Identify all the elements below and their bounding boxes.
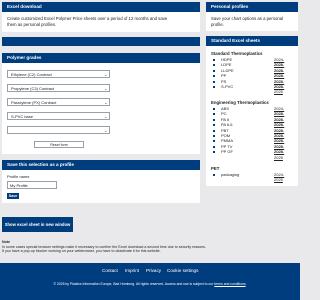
chevron-down-icon: ⌄ bbox=[104, 86, 108, 91]
profile-name-input[interactable]: My Profile bbox=[7, 181, 57, 189]
copyright-end: . bbox=[245, 282, 247, 286]
polymer-grades-card: Polymer grades Ethylene (C2) Contract ⌄ … bbox=[2, 53, 200, 154]
item-name: packaging bbox=[221, 172, 240, 177]
polymer-select-5[interactable]: ⌄ bbox=[7, 126, 110, 134]
footer-link-contact[interactable]: Contact bbox=[102, 268, 118, 273]
bullet-icon bbox=[213, 113, 215, 116]
copyright-text: © 2025 by Plastics Information Europe, B… bbox=[0, 282, 300, 286]
note-line-2: If you have a pop-up blocker working on … bbox=[2, 249, 161, 253]
list-item: packaging 2024-2025 bbox=[211, 172, 293, 182]
list-item: PP GF 2024-2025 bbox=[211, 149, 293, 160]
personal-profiles-title: Personal profiles bbox=[206, 2, 298, 12]
footer-link-cookie-settings[interactable]: Cookie settings bbox=[167, 268, 198, 273]
excel-download-description: Create customized Excel Polymer Price sh… bbox=[7, 16, 168, 27]
group-title-pet: PET bbox=[211, 166, 220, 171]
section-divider-bar bbox=[2, 37, 200, 46]
personal-profiles-card: Personal profiles Save your chart option… bbox=[206, 2, 298, 31]
year-link[interactable]: 2024-2025 bbox=[274, 84, 293, 95]
bullet-icon bbox=[213, 140, 215, 143]
polymer-select-1[interactable]: Ethylene (C2) Contract ⌄ bbox=[7, 70, 110, 78]
polymer-select-4-value: S-PVC base bbox=[11, 114, 34, 119]
bullet-icon bbox=[213, 145, 215, 148]
polymer-select-3-value: Paraxylene (PX) Contract bbox=[11, 100, 57, 105]
excel-download-title: Excel download bbox=[2, 2, 200, 12]
list-item: S-PVC 2024-2025 bbox=[211, 84, 293, 94]
excel-download-card: Excel download Create customized Excel P… bbox=[2, 2, 200, 32]
bullet-icon bbox=[213, 174, 215, 176]
polymer-select-4[interactable]: S-PVC base ⌄ bbox=[7, 112, 110, 120]
standard-excel-sheets-title: Standard Excel sheets bbox=[206, 36, 298, 46]
year-link[interactable]: 2024-2025 bbox=[274, 172, 293, 183]
polymer-select-1-value: Ethylene (C2) Contract bbox=[11, 72, 52, 77]
profile-name-label: Profile name bbox=[7, 174, 30, 179]
bullet-icon bbox=[213, 59, 215, 61]
group-title-standard-thermoplastics: Standard Thermoplastics bbox=[211, 51, 263, 56]
footer-link-imprint[interactable]: Imprint bbox=[125, 268, 139, 273]
chevron-down-icon: ⌄ bbox=[104, 114, 108, 119]
show-excel-sheet-button[interactable]: Show excel sheet in new window bbox=[2, 217, 73, 232]
chevron-down-icon: ⌄ bbox=[104, 72, 108, 77]
copyright-main: © 2025 by Plastics Information Europe, B… bbox=[53, 282, 215, 286]
save-profile-title: Save this selection as a profile bbox=[2, 160, 200, 170]
polymer-select-3[interactable]: Paraxylene (PX) Contract ⌄ bbox=[7, 98, 110, 106]
save-profile-card: Save this selection as a profile Profile… bbox=[2, 160, 200, 203]
bullet-icon bbox=[213, 135, 215, 137]
bullet-icon bbox=[213, 64, 215, 67]
polymer-select-2-value: Propylene (C3) Contract bbox=[11, 86, 55, 91]
bullet-icon bbox=[213, 129, 215, 132]
bullet-icon bbox=[213, 118, 215, 121]
personal-profiles-description: Save your chart options as a personal pr… bbox=[211, 16, 284, 27]
reset-form-button[interactable]: Reset form bbox=[34, 141, 84, 148]
terms-link[interactable]: terms and conditions bbox=[214, 282, 245, 286]
save-button[interactable]: Save bbox=[7, 193, 19, 199]
chevron-down-icon: ⌄ bbox=[104, 128, 108, 133]
bullet-icon bbox=[213, 108, 215, 110]
polymer-grades-title: Polymer grades bbox=[2, 53, 200, 63]
footer-link-privacy[interactable]: Privacy bbox=[146, 268, 161, 273]
year-link[interactable]: 2024-2025 bbox=[274, 149, 293, 160]
polymer-select-2[interactable]: Propylene (C3) Contract ⌄ bbox=[7, 84, 110, 92]
standard-excel-sheets-card: Standard Excel sheets Standard Thermopla… bbox=[206, 36, 298, 186]
bullet-icon bbox=[213, 86, 215, 88]
bullet-icon bbox=[213, 80, 215, 83]
group-title-engineering-thermoplastics: Engineering Thermoplastics bbox=[211, 100, 269, 105]
item-name: PP GF bbox=[221, 149, 233, 155]
chevron-down-icon: ⌄ bbox=[104, 100, 108, 105]
bullet-icon bbox=[213, 75, 215, 78]
item-name: S-PVC bbox=[221, 84, 234, 89]
bullet-icon bbox=[213, 69, 215, 72]
bullet-icon bbox=[213, 124, 215, 127]
bullet-icon bbox=[213, 151, 215, 154]
footer: Contact Imprint Privacy Cookie settings … bbox=[0, 263, 300, 300]
